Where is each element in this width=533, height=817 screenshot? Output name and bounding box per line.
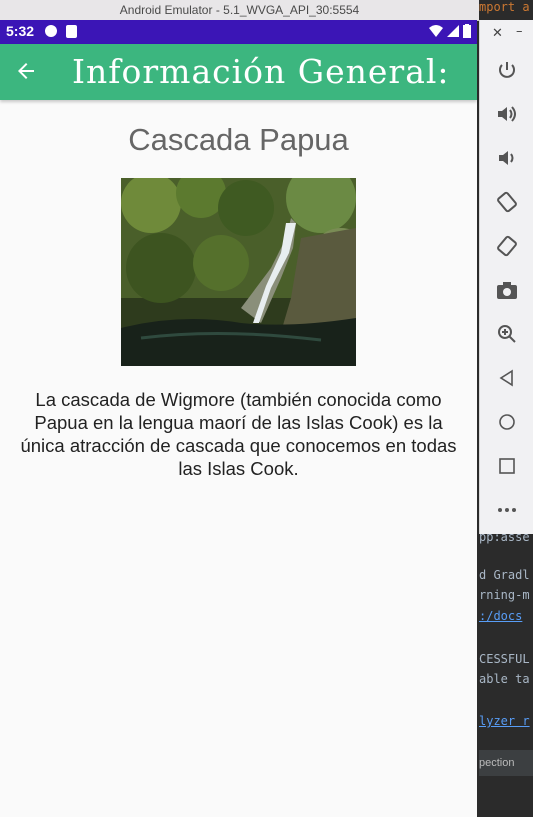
volume-up-icon <box>498 106 516 122</box>
window-title: Android Emulator - 5.1_WVGA_API_30:5554 <box>0 0 479 21</box>
ide-link[interactable]: lyzer r <box>479 714 530 728</box>
minimize-icon[interactable]: – <box>516 24 523 39</box>
camera-icon <box>497 282 517 299</box>
status-time: 5:32 <box>6 23 35 39</box>
overview-icon <box>499 458 515 474</box>
volume-down-button[interactable] <box>480 136 533 180</box>
ide-line: rning-m <box>479 588 530 602</box>
nav-home-button[interactable] <box>480 400 533 444</box>
toolbar-window-controls: ✕ – <box>480 20 533 48</box>
more-icon <box>498 508 516 512</box>
signal-icon <box>447 25 459 37</box>
system-icons <box>429 24 471 38</box>
ide-line: pp:asse <box>479 534 530 544</box>
nav-overview-button[interactable] <box>480 444 533 488</box>
status-bar: 5:32 <box>0 20 477 44</box>
screenshot-button[interactable] <box>480 268 533 312</box>
emulator-toolbar: ✕ – <box>479 20 533 534</box>
ide-background-panel: pp:asse d Gradl rning-m :/docs CESSFUL a… <box>479 534 533 817</box>
sd-card-icon <box>66 25 77 38</box>
ide-line: d Gradl <box>479 568 530 582</box>
close-icon[interactable]: ✕ <box>492 26 503 41</box>
app-bar-title: Información General: <box>72 52 450 91</box>
app-bar: Información General: <box>0 44 477 100</box>
emulator-screen: 5:32 Información General: Cascada Papua <box>0 20 477 817</box>
ide-line: CESSFUL <box>479 652 530 666</box>
zoom-button[interactable] <box>480 312 533 356</box>
ide-top-text: mport a <box>479 0 530 14</box>
ide-link[interactable]: :/docs <box>479 609 522 623</box>
ide-tab-inspection[interactable]: pection <box>479 750 533 776</box>
more-button[interactable] <box>480 488 533 532</box>
ide-line: lyzer r <box>479 714 530 728</box>
back-arrow-icon[interactable] <box>14 59 38 83</box>
notification-icon <box>45 25 57 37</box>
power-button[interactable] <box>480 48 533 92</box>
back-icon <box>499 369 513 387</box>
zoom-icon <box>498 325 516 343</box>
battery-icon <box>463 24 471 38</box>
power-icon <box>499 62 515 78</box>
ide-code-fragment: mport a <box>479 0 533 20</box>
place-title: Cascada Papua <box>128 122 349 157</box>
rotate-left-icon <box>497 191 517 213</box>
ide-line: able ta <box>479 672 530 686</box>
rotate-right-button[interactable] <box>480 224 533 268</box>
nav-back-button[interactable] <box>480 356 533 400</box>
rotate-left-button[interactable] <box>480 180 533 224</box>
wifi-icon <box>429 25 443 37</box>
home-icon <box>499 414 515 430</box>
place-description: La cascada de Wigmore (también conocida … <box>20 389 457 479</box>
rotate-right-icon <box>497 235 517 257</box>
volume-down-icon <box>499 151 514 165</box>
content: Cascada Papua La cascada de Wigmore (tam… <box>0 100 477 480</box>
volume-up-button[interactable] <box>480 92 533 136</box>
waterfall-photo <box>121 178 356 366</box>
